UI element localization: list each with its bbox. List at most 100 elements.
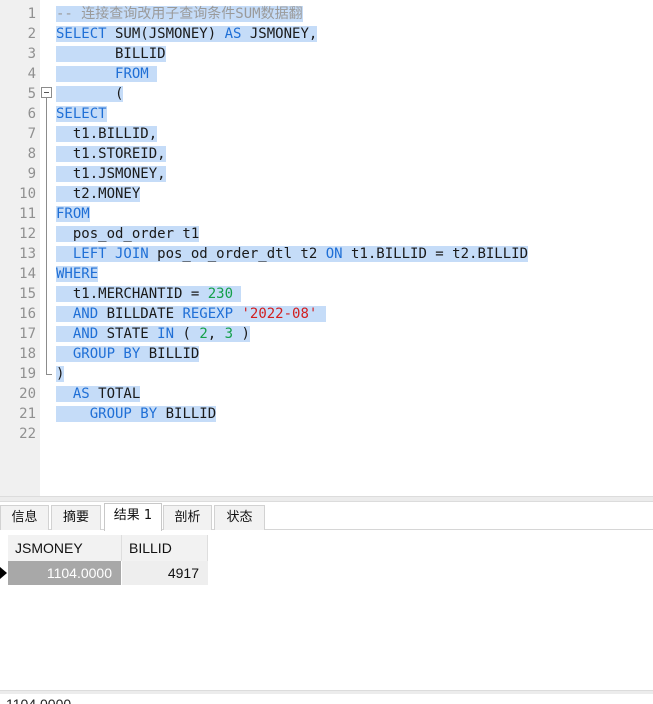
selection-highlight: AND STATE IN ( 2, 3 ) xyxy=(56,326,250,342)
tab-info[interactable]: 信息 xyxy=(0,505,49,530)
code-line: t1.JSMONEY, xyxy=(56,164,166,184)
code-token: BILLID xyxy=(140,346,200,362)
selection-highlight: pos_od_order t1 xyxy=(56,226,200,242)
line-number: 4 xyxy=(27,66,36,82)
code-token: FROM xyxy=(56,206,90,222)
code-token: SELECT xyxy=(56,26,107,42)
code-token: GROUP BY xyxy=(89,406,158,422)
code-line: pos_od_order t1 xyxy=(56,224,200,244)
code-token: ON xyxy=(325,246,343,262)
code-token: ( xyxy=(56,86,124,102)
line-number: 18 xyxy=(19,346,36,362)
code-token: FROM xyxy=(115,66,149,82)
code-token: -- 连接查询改用子查询条件SUM数据翻 xyxy=(56,6,303,22)
selection-highlight: t1.STOREID, xyxy=(56,146,166,162)
code-token: TOTAL xyxy=(89,386,141,402)
line-number: 8 xyxy=(27,146,36,162)
fold-guide-end xyxy=(46,374,52,375)
line-number: 5 xyxy=(27,86,36,102)
line-number: 15 xyxy=(19,286,36,302)
line-number: 10 xyxy=(19,186,36,202)
cell-billid[interactable]: 4917 xyxy=(122,561,208,585)
code-token: , xyxy=(207,326,225,342)
selection-highlight: LEFT JOIN pos_od_order_dtl t2 ON t1.BILL… xyxy=(56,246,529,262)
code-token: ) xyxy=(233,326,250,342)
code-token: t1.MERCHANTID = xyxy=(56,286,208,302)
line-number: 13 xyxy=(19,246,36,262)
selection-highlight: SELECT xyxy=(56,106,107,122)
line-number: 6 xyxy=(27,106,36,122)
tab-status[interactable]: 状态 xyxy=(214,505,265,530)
selection-highlight: t1.BILLID, xyxy=(56,126,158,142)
status-value: 1104.0000 xyxy=(6,696,72,704)
selection-highlight: AND BILLDATE REGEXP '2022-08' xyxy=(56,306,326,322)
column-header-billid[interactable]: BILLID xyxy=(122,535,208,561)
tab-profile[interactable]: 剖析 xyxy=(163,505,212,530)
code-token: BILLID xyxy=(157,406,217,422)
code-token: SELECT xyxy=(56,106,107,122)
code-line: AND STATE IN ( 2, 3 ) xyxy=(56,324,250,344)
code-line: FROM xyxy=(56,64,158,84)
fold-guide xyxy=(46,98,47,374)
selection-highlight: t1.JSMONEY, xyxy=(56,166,166,182)
code-token: AS xyxy=(72,386,90,402)
code-token: ( xyxy=(174,326,200,342)
code-token: pos_od_order_dtl t2 xyxy=(148,246,326,262)
line-number: 7 xyxy=(27,126,36,142)
code-line: t2.MONEY xyxy=(56,184,141,204)
line-number: 19 xyxy=(19,366,36,382)
tab-result-1[interactable]: 结果 1 xyxy=(104,503,162,531)
cell-jsmoney[interactable]: 1104.0000 xyxy=(8,561,121,585)
code-token: t1.BILLID, xyxy=(56,126,158,142)
code-line: t1.BILLID, xyxy=(56,124,158,144)
sql-editor[interactable]: 1 2 3 4 5 6 7 8 9 10 11 12 13 14 15 16 17 18 19 20 21 22 -- 连… xyxy=(0,0,653,496)
code-token: t1.BILLID = t2.BILLID xyxy=(342,246,529,262)
line-number: 3 xyxy=(27,46,36,62)
code-token: pos_od_order t1 xyxy=(56,226,200,242)
line-number: 1 xyxy=(27,6,36,22)
code-token: AND xyxy=(72,306,99,322)
code-token: REGEXP xyxy=(182,306,234,322)
code-token: SUM(JSMONEY) xyxy=(106,26,225,42)
column-header-jsmoney[interactable]: JSMONEY xyxy=(8,535,122,561)
code-token: ) xyxy=(56,366,65,382)
code-line: AND BILLDATE REGEXP '2022-08' xyxy=(56,304,326,324)
selection-highlight: FROM xyxy=(56,206,90,222)
code-line: GROUP BY BILLID xyxy=(56,344,200,364)
selection-highlight: -- 连接查询改用子查询条件SUM数据翻 xyxy=(56,6,303,22)
result-tab-bar: 信息 摘要 结果 1 剖析 状态 xyxy=(0,502,653,531)
code-line: WHERE xyxy=(56,264,99,284)
code-token: LEFT JOIN xyxy=(72,246,149,262)
code-token: AND xyxy=(72,326,99,342)
code-token: IN xyxy=(157,326,175,342)
code-token: WHERE xyxy=(56,266,99,282)
fold-toggle-icon[interactable] xyxy=(41,87,52,98)
line-number: 16 xyxy=(19,306,36,322)
line-number: 12 xyxy=(19,226,36,242)
tab-summary[interactable]: 摘要 xyxy=(51,505,101,530)
status-splitter xyxy=(0,690,653,694)
selection-highlight: t1.MERCHANTID = 230 xyxy=(56,286,242,302)
code-token: 230 xyxy=(207,286,234,302)
code-token: BILLID xyxy=(56,46,166,62)
selection-highlight: ) xyxy=(56,366,65,382)
code-token: JSMONEY, xyxy=(241,26,318,42)
code-token: STATE xyxy=(98,326,158,342)
code-line: t1.STOREID, xyxy=(56,144,166,164)
selection-highlight: AS TOTAL xyxy=(56,386,141,402)
line-number: 9 xyxy=(27,166,36,182)
code-line: BILLID xyxy=(56,44,166,64)
code-token: 3 xyxy=(224,326,234,342)
line-number: 17 xyxy=(19,326,36,342)
line-number-gutter: 1 2 3 4 5 6 7 8 9 10 11 12 13 14 15 16 17 18 19 20 21 22 xyxy=(0,0,40,496)
line-number: 22 xyxy=(19,426,36,442)
selection-highlight: GROUP BY BILLID xyxy=(56,406,217,422)
selection-highlight: t2.MONEY xyxy=(56,186,141,202)
selection-highlight: GROUP BY BILLID xyxy=(56,346,200,362)
